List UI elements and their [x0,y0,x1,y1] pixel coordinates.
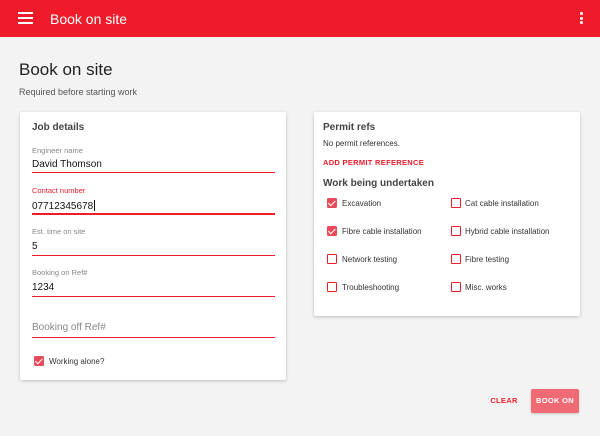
hamburger-menu-icon[interactable] [18,12,33,24]
job-details-heading: Job details [32,122,85,133]
contact-number-label: Contact number [32,186,86,195]
hybrid-cable-label[interactable]: Hybrid cable installation [465,227,550,236]
est-time-value: 5 [32,241,38,252]
troubleshooting-label[interactable]: Troubleshooting [342,283,399,292]
contact-number-underline [32,213,275,215]
engineer-name-label: Engineer name [32,146,83,155]
engineer-name-underline [32,172,275,173]
contact-number-field[interactable]: Contact number 07712345678 [32,186,275,216]
booking-on-ref-value: 1234 [32,282,55,293]
working-alone-label[interactable]: Working alone? [49,357,104,366]
booking-off-ref-underline [32,337,275,338]
troubleshooting-checkbox[interactable] [327,282,337,292]
clear-button[interactable]: CLEAR [483,389,525,413]
fibre-testing-label[interactable]: Fibre testing [465,255,509,264]
page-title: Book on site [19,60,113,79]
book-on-button[interactable]: BOOK ON [531,389,579,413]
excavation-label[interactable]: Excavation [342,199,381,208]
booking-on-ref-field[interactable]: Booking on Ref# 1234 [32,268,275,298]
network-testing-checkbox[interactable] [327,254,337,264]
booking-off-ref-field[interactable]: Booking off Ref# [32,320,275,340]
misc-works-label[interactable]: Misc. works [465,283,507,292]
permit-refs-heading: Permit refs [323,122,376,133]
booking-on-ref-underline [32,296,275,297]
add-permit-reference-button[interactable]: ADD PERMIT REFERENCE [323,158,424,167]
app-bar: Book on site [0,0,600,37]
booking-off-ref-placeholder: Booking off Ref# [32,322,106,333]
est-time-underline [32,255,275,256]
contact-number-input[interactable]: 07712345678 [32,200,96,212]
fibre-cable-checkbox[interactable] [327,226,337,236]
misc-works-checkbox[interactable] [451,282,461,292]
engineer-name-value: David Thomson [32,159,102,170]
job-details-card: Job details Engineer name David Thomson … [20,112,286,380]
est-time-label: Est. time on site [32,227,86,236]
app-bar-title: Book on site [50,11,128,27]
page-subtitle: Required before starting work [19,87,138,97]
working-alone-checkbox[interactable] [34,356,44,366]
excavation-checkbox[interactable] [327,198,337,208]
more-vertical-icon[interactable] [579,11,585,25]
engineer-name-field[interactable]: Engineer name David Thomson [32,146,275,174]
cat-cable-label[interactable]: Cat cable installation [465,199,539,208]
network-testing-label[interactable]: Network testing [342,255,397,264]
est-time-field[interactable]: Est. time on site 5 [32,227,275,257]
booking-on-ref-label: Booking on Ref# [32,268,88,277]
cat-cable-checkbox[interactable] [451,198,461,208]
text-cursor [94,200,96,211]
no-permit-text: No permit references. [323,139,400,148]
fibre-cable-label[interactable]: Fibre cable installation [342,227,422,236]
fibre-testing-checkbox[interactable] [451,254,461,264]
work-heading: Work being undertaken [323,178,434,189]
contact-number-value: 07712345678 [32,201,94,212]
hybrid-cable-checkbox[interactable] [451,226,461,236]
permit-work-card: Permit refs No permit references. ADD PE… [314,112,580,316]
